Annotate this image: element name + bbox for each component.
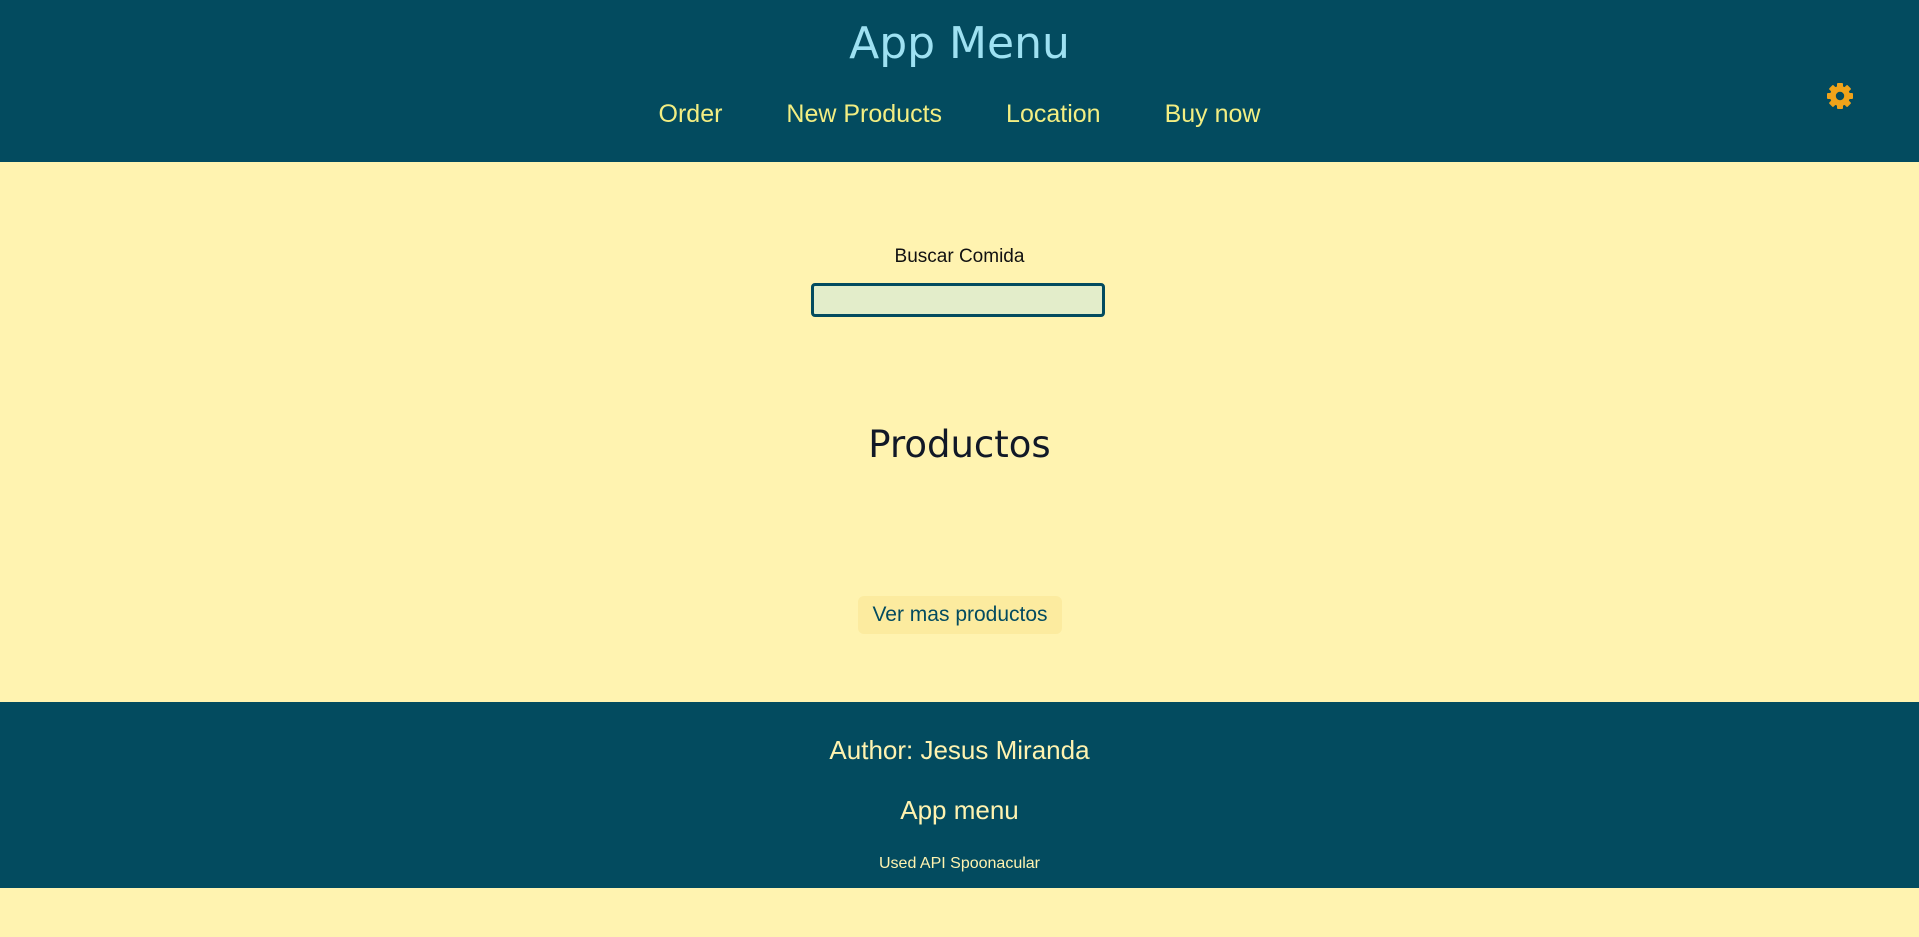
footer-author: Author: Jesus Miranda (829, 735, 1090, 765)
app-title: App Menu (849, 18, 1070, 69)
products-heading: Productos (868, 423, 1051, 466)
nav-link-new-products[interactable]: New Products (786, 96, 942, 132)
main-nav: Order New Products Location Buy now (0, 96, 1919, 132)
nav-link-buy-now[interactable]: Buy now (1165, 96, 1261, 132)
nav-link-location[interactable]: Location (1006, 96, 1101, 132)
gear-icon[interactable] (1825, 81, 1855, 111)
search-input[interactable] (811, 283, 1105, 317)
view-more-products-button[interactable]: Ver mas productos (858, 596, 1062, 634)
footer-api-credit: Used API Spoonacular (879, 855, 1040, 872)
page-footer: Author: Jesus Miranda App menu Used API … (0, 702, 1919, 888)
nav-link-order[interactable]: Order (659, 96, 723, 132)
footer-app-name: App menu (900, 795, 1019, 825)
search-label: Buscar Comida (894, 246, 1025, 267)
app-header: App Menu Order New Products Location Buy… (0, 0, 1919, 162)
